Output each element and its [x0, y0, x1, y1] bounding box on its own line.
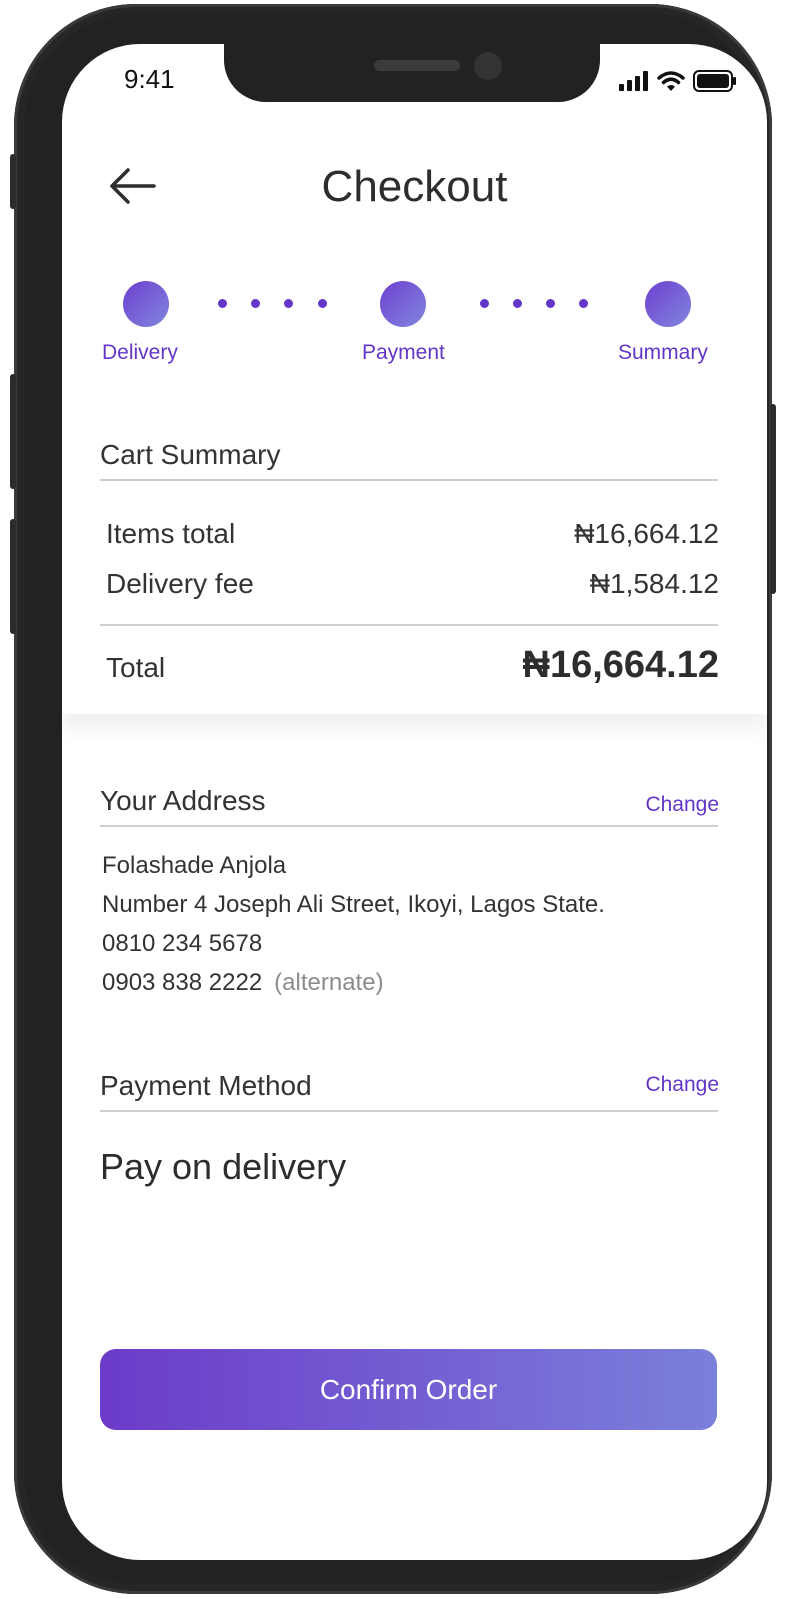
step-connector-dot — [318, 299, 327, 308]
address-name: Folashade Anjola — [102, 852, 287, 879]
total-card: Total ₦16,664.12 — [62, 624, 767, 714]
step-connector-dot — [251, 299, 260, 308]
front-camera — [474, 52, 502, 80]
step-label-summary[interactable]: Summary — [618, 341, 708, 365]
items-total-value: ₦16,664.12 — [574, 518, 719, 549]
status-time: 9:41 — [124, 64, 175, 94]
phone-frame: 9:41 Checkout Delivery Payment Summary C… — [10, 4, 776, 1594]
cart-summary-divider — [100, 479, 718, 481]
address-phone-primary: 0810 234 5678 — [102, 930, 263, 957]
step-delivery-indicator[interactable] — [123, 281, 169, 327]
step-connector-dot — [546, 299, 555, 308]
payment-method-title: Payment Method — [100, 1070, 312, 1101]
alternate-note: (alternate) — [274, 969, 384, 996]
silent-switch — [10, 154, 16, 209]
power-button — [770, 404, 776, 594]
step-connector-dot — [480, 299, 489, 308]
total-value: ₦16,664.12 — [522, 644, 720, 686]
payment-divider — [100, 1110, 718, 1112]
address-phone-alternate-row: 0903 838 2222 (alternate) — [102, 969, 384, 997]
notch — [224, 44, 600, 102]
address-street: Number 4 Joseph Ali Street, Ikoyi, Lagos… — [102, 891, 605, 918]
change-payment-link[interactable]: Change — [645, 1073, 719, 1097]
payment-method-value: Pay on delivery — [100, 1146, 347, 1187]
total-label: Total — [106, 652, 166, 683]
speaker — [374, 60, 460, 71]
change-address-link[interactable]: Change — [645, 793, 719, 817]
volume-down-button — [10, 519, 16, 634]
page-title: Checkout — [321, 162, 508, 211]
step-payment-indicator[interactable] — [380, 281, 426, 327]
step-connector-dot — [284, 299, 293, 308]
cart-summary-title: Cart Summary — [100, 439, 281, 470]
address-divider — [100, 825, 718, 827]
step-label-payment[interactable]: Payment — [362, 341, 445, 365]
battery-icon — [693, 70, 736, 92]
step-connector-dot — [513, 299, 522, 308]
delivery-fee-value: ₦1,584.12 — [589, 568, 719, 599]
signal-icon — [619, 71, 648, 91]
step-label-delivery[interactable]: Delivery — [102, 341, 178, 365]
confirm-order-button[interactable]: Confirm Order — [100, 1349, 717, 1430]
wifi-icon — [657, 71, 685, 91]
step-summary-indicator[interactable] — [645, 281, 691, 327]
delivery-fee-label: Delivery fee — [106, 568, 254, 599]
step-connector-dot — [218, 299, 227, 308]
step-connector-dot — [579, 299, 588, 308]
status-icons — [619, 70, 737, 92]
items-total-label: Items total — [106, 518, 236, 549]
total-divider — [100, 624, 718, 626]
address-title: Your Address — [100, 785, 266, 816]
screen: 9:41 Checkout Delivery Payment Summary C… — [62, 44, 767, 1560]
address-phone-alternate: 0903 838 2222 — [102, 969, 263, 996]
volume-up-button — [10, 374, 16, 489]
